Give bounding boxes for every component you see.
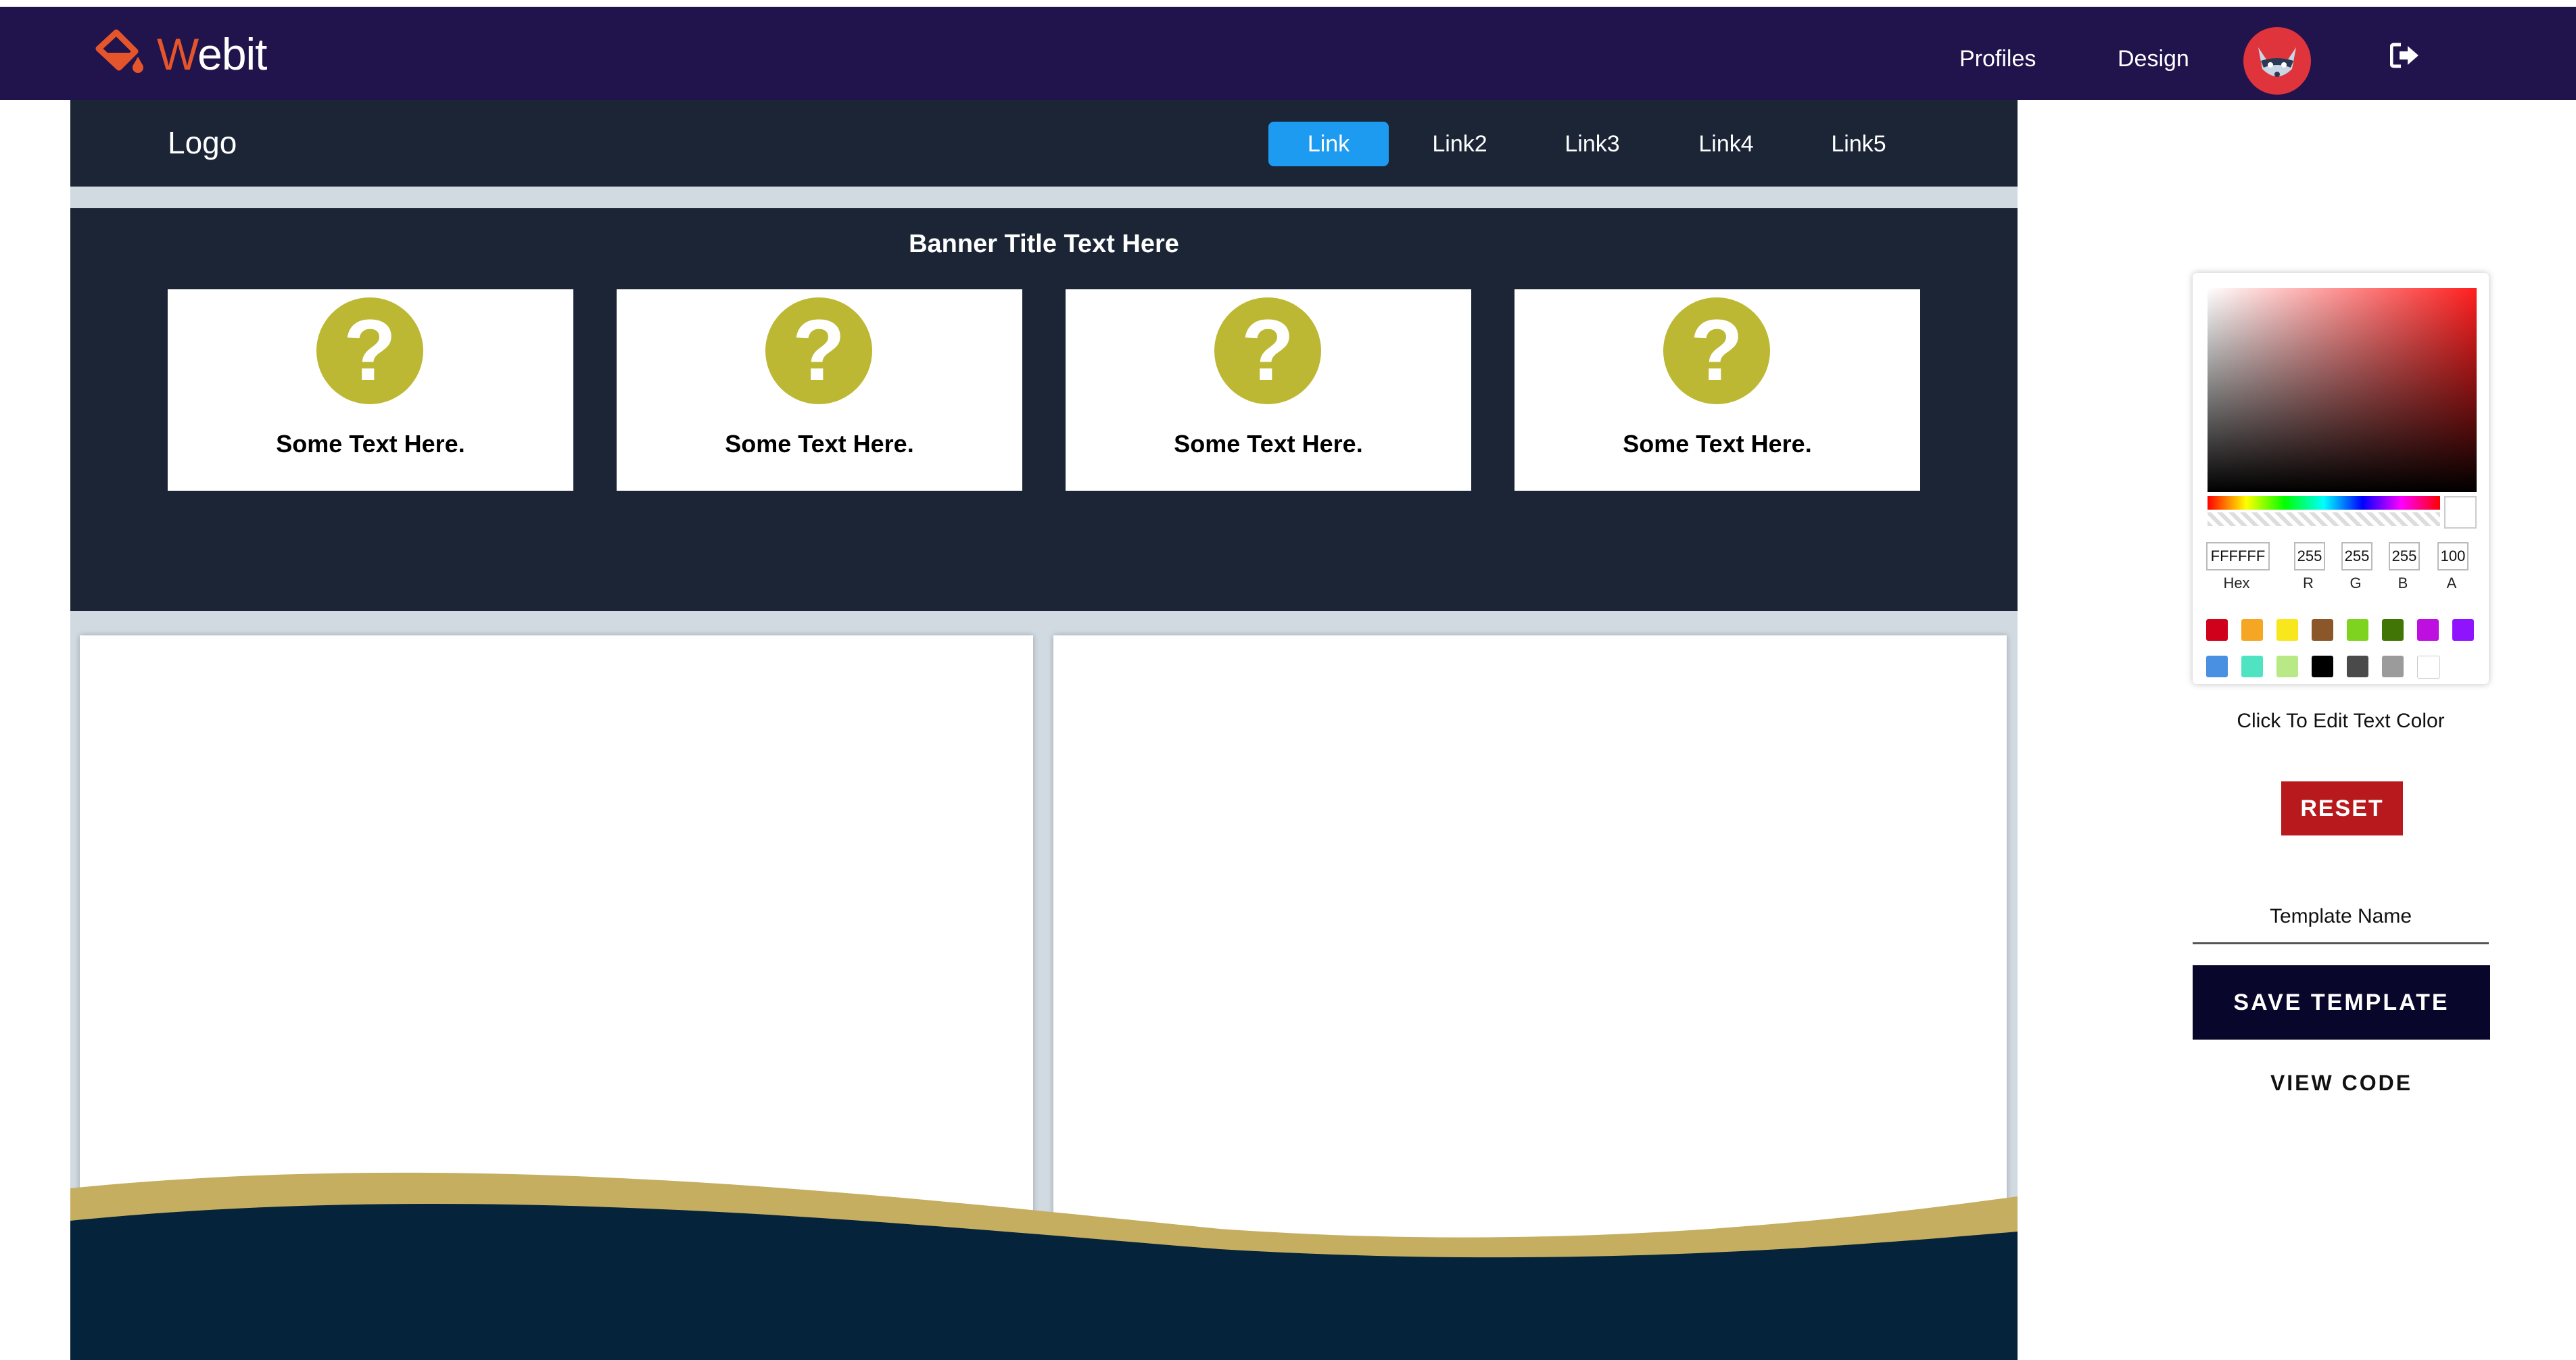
color-swatch[interactable] <box>2241 656 2263 677</box>
card-text[interactable]: Some Text Here. <box>168 430 573 458</box>
question-icon: ? <box>316 297 423 404</box>
color-swatch[interactable] <box>2312 656 2333 677</box>
feature-card[interactable]: ? Some Text Here. <box>1066 289 1471 491</box>
raccoon-icon <box>2258 47 2296 77</box>
color-swatch[interactable] <box>2417 656 2440 679</box>
app-header: Webit Profiles Design <box>0 7 2576 100</box>
brand[interactable]: Webit <box>93 27 268 81</box>
card-text[interactable]: Some Text Here. <box>617 430 1022 458</box>
color-swatch[interactable] <box>2347 656 2368 677</box>
footer-wave[interactable] <box>70 1168 2018 1360</box>
site-link-2[interactable]: Link2 <box>1400 122 1520 166</box>
nav-profiles[interactable]: Profiles <box>1959 46 2036 72</box>
color-swatch[interactable] <box>2276 656 2298 677</box>
card-text[interactable]: Some Text Here. <box>1066 430 1471 458</box>
saturation-area[interactable] <box>2208 288 2477 492</box>
feature-card[interactable]: ? Some Text Here. <box>168 289 573 491</box>
color-swatch[interactable] <box>2417 619 2439 641</box>
color-swatch[interactable] <box>2382 619 2404 641</box>
question-icon: ? <box>1214 297 1321 404</box>
site-link-4[interactable]: Link4 <box>1666 122 1786 166</box>
question-icon: ? <box>1663 297 1770 404</box>
blue-label: B <box>2398 575 2408 591</box>
question-icon: ? <box>765 297 872 404</box>
edit-color-hint: Click To Edit Text Color <box>2237 710 2445 732</box>
color-swatch[interactable] <box>2206 656 2228 677</box>
color-preview <box>2444 496 2477 529</box>
avatar[interactable] <box>2243 27 2311 95</box>
color-swatch[interactable] <box>2347 619 2368 641</box>
green-label: G <box>2350 575 2362 591</box>
red-label: R <box>2303 575 2314 591</box>
color-swatch[interactable] <box>2206 619 2228 641</box>
nav-design[interactable]: Design <box>2118 46 2189 72</box>
green-input[interactable]: 255 <box>2341 542 2372 570</box>
site-link-1[interactable]: Link <box>1268 122 1389 166</box>
template-name-input[interactable] <box>2193 891 2489 944</box>
color-swatch[interactable] <box>2452 619 2474 641</box>
alpha-label: A <box>2446 575 2457 591</box>
color-swatch[interactable] <box>2276 619 2298 641</box>
site-link-5[interactable]: Link5 <box>1798 122 1919 166</box>
save-template-button[interactable]: SAVE TEMPLATE <box>2193 965 2490 1040</box>
color-swatch[interactable] <box>2241 619 2263 641</box>
color-picker[interactable]: FFFFFF 255 255 255 100 Hex R G B A <box>2193 273 2489 684</box>
site-navbar[interactable]: Logo Link Link2 Link3 Link4 Link5 <box>70 100 2018 187</box>
logout-icon[interactable] <box>2389 42 2420 72</box>
brand-name: Webit <box>157 29 268 79</box>
feature-card[interactable]: ? Some Text Here. <box>617 289 1022 491</box>
site-logo[interactable]: Logo <box>168 124 237 161</box>
banner-title[interactable]: Banner Title Text Here <box>70 230 2018 259</box>
alpha-slider[interactable] <box>2208 512 2440 526</box>
card-text[interactable]: Some Text Here. <box>1514 430 1920 458</box>
site-link-3[interactable]: Link3 <box>1532 122 1652 166</box>
blue-input[interactable]: 255 <box>2389 542 2420 570</box>
template-preview: Logo Link Link2 Link3 Link4 Link5 Banner… <box>70 100 2018 1360</box>
alpha-input[interactable]: 100 <box>2437 542 2468 570</box>
banner-section[interactable]: Banner Title Text Here ? Some Text Here.… <box>70 208 2018 611</box>
paint-bucket-icon <box>93 28 145 80</box>
reset-button[interactable]: RESET <box>2281 781 2403 835</box>
color-swatch[interactable] <box>2312 619 2333 641</box>
feature-card[interactable]: ? Some Text Here. <box>1514 289 1920 491</box>
hex-label: Hex <box>2223 575 2250 591</box>
view-code-button[interactable]: VIEW CODE <box>2193 1071 2490 1096</box>
hex-input[interactable]: FFFFFF <box>2206 542 2270 570</box>
hue-slider[interactable] <box>2208 496 2440 510</box>
red-input[interactable]: 255 <box>2294 542 2325 570</box>
color-swatch[interactable] <box>2382 656 2404 677</box>
